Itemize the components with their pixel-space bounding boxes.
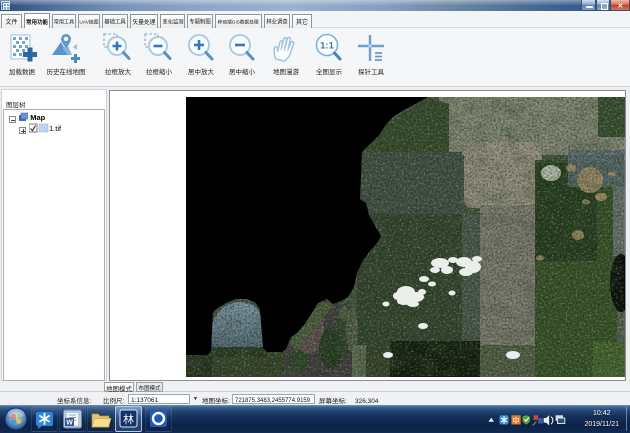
svg-text:林: 林	[123, 411, 134, 427]
svg-text:中: 中	[512, 415, 519, 426]
svg-text:W: W	[66, 420, 73, 427]
svg-text:1:1: 1:1	[320, 41, 334, 52]
